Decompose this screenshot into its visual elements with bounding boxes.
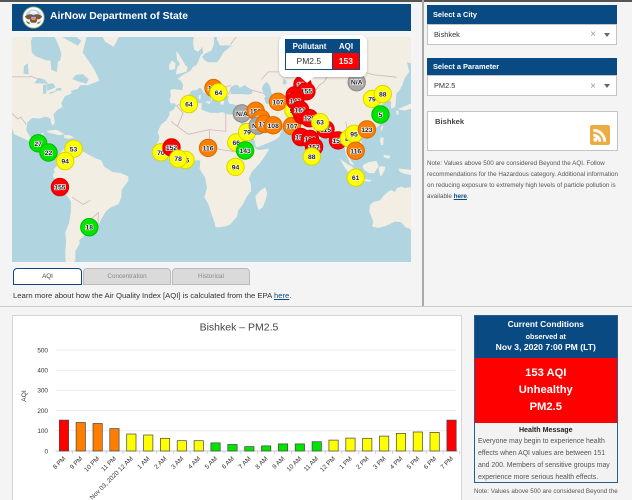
- svg-text:9 AM: 9 AM: [271, 455, 286, 470]
- svg-text:N/A: N/A: [236, 111, 248, 118]
- svg-text:116: 116: [350, 148, 361, 155]
- svg-text:88: 88: [379, 92, 387, 99]
- svg-text:5 PM: 5 PM: [406, 455, 422, 471]
- svg-text:12 PM: 12 PM: [319, 455, 337, 473]
- svg-text:63: 63: [316, 120, 324, 127]
- svg-text:6 AM: 6 AM: [221, 455, 236, 470]
- svg-text:108: 108: [268, 123, 280, 130]
- svg-text:18: 18: [86, 225, 94, 232]
- svg-text:10 PM: 10 PM: [83, 455, 101, 473]
- svg-text:22: 22: [45, 150, 53, 157]
- svg-text:11 AM: 11 AM: [303, 455, 320, 472]
- svg-text:123: 123: [361, 127, 373, 134]
- svg-text:200: 200: [37, 408, 48, 415]
- svg-text:Bishkek – PM2.5: Bishkek – PM2.5: [200, 322, 279, 334]
- svg-text:53: 53: [70, 146, 78, 153]
- svg-text:8 AM: 8 AM: [254, 455, 269, 470]
- svg-text:300: 300: [37, 388, 48, 395]
- svg-text:5: 5: [379, 112, 383, 119]
- svg-text:64: 64: [185, 102, 193, 109]
- svg-text:7 AM: 7 AM: [237, 455, 252, 470]
- svg-text:95: 95: [350, 131, 358, 138]
- svg-text:107: 107: [272, 99, 284, 106]
- svg-text:6 PM: 6 PM: [423, 455, 439, 471]
- svg-text:0: 0: [44, 448, 48, 455]
- svg-text:61: 61: [352, 175, 360, 182]
- svg-text:1 AM: 1 AM: [136, 455, 151, 470]
- svg-text:1 PM: 1 PM: [338, 455, 354, 471]
- svg-text:4 AM: 4 AM: [187, 455, 202, 470]
- svg-text:155: 155: [54, 185, 66, 192]
- svg-text:AQI: AQI: [21, 390, 28, 402]
- svg-text:10 AM: 10 AM: [286, 455, 304, 473]
- svg-text:400: 400: [37, 368, 48, 375]
- svg-text:2 AM: 2 AM: [153, 455, 168, 470]
- svg-text:79: 79: [243, 130, 251, 137]
- svg-text:27: 27: [34, 141, 42, 148]
- svg-text:94: 94: [232, 164, 240, 171]
- svg-text:64: 64: [215, 90, 223, 97]
- svg-text:8 PM: 8 PM: [52, 455, 68, 471]
- svg-text:2 PM: 2 PM: [355, 455, 371, 471]
- svg-text:100: 100: [37, 428, 48, 435]
- svg-text:3 AM: 3 AM: [170, 455, 185, 470]
- svg-text:143: 143: [239, 148, 251, 155]
- svg-text:3 PM: 3 PM: [372, 455, 388, 471]
- svg-text:N/A: N/A: [351, 80, 363, 87]
- svg-text:94: 94: [61, 159, 69, 166]
- svg-text:500: 500: [37, 347, 48, 354]
- svg-text:5 AM: 5 AM: [204, 455, 219, 470]
- svg-text:88: 88: [308, 154, 316, 161]
- svg-text:7 PM: 7 PM: [439, 455, 455, 471]
- svg-text:78: 78: [174, 156, 182, 163]
- svg-text:116: 116: [203, 145, 214, 152]
- svg-text:4 PM: 4 PM: [389, 455, 405, 471]
